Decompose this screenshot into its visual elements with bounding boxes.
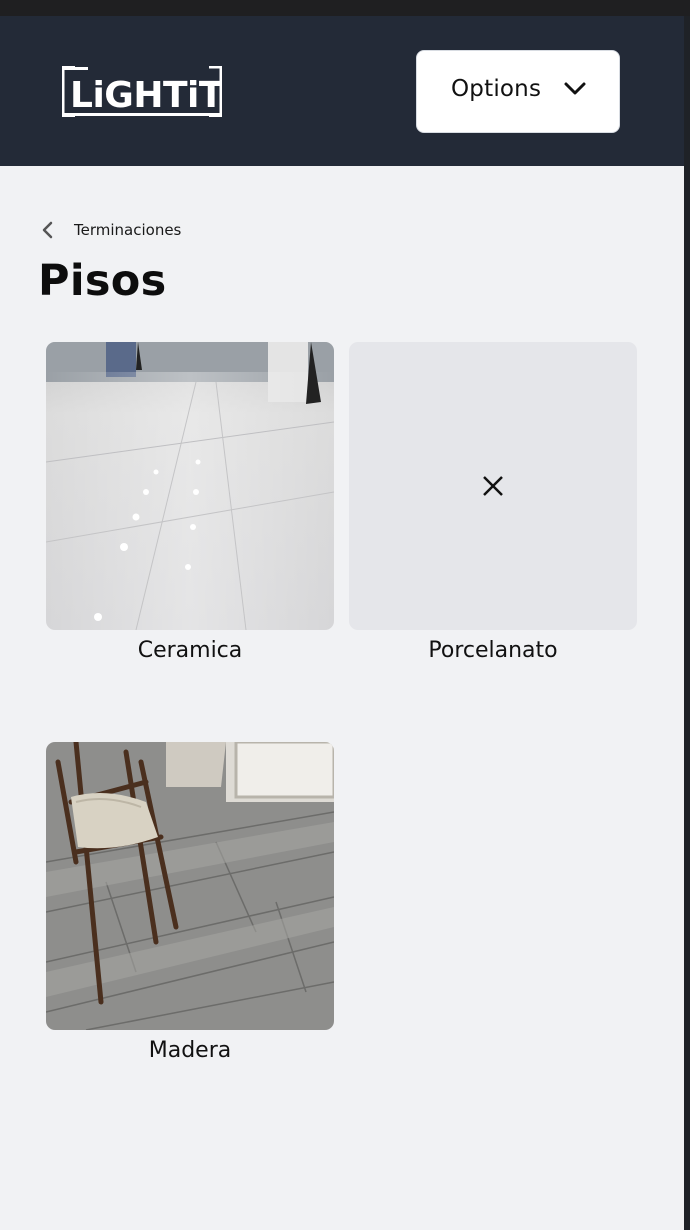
app-view: LiGHTiT Options Terminaciones Pisos Cera… — [0, 16, 684, 1230]
card-label-madera: Madera — [148, 1038, 232, 1063]
svg-text:LiGHTiT: LiGHTiT — [70, 75, 222, 116]
breadcrumb-back-link[interactable]: Terminaciones — [38, 218, 181, 242]
top-frame-bar — [0, 0, 690, 16]
right-scroll-edge — [684, 16, 690, 1230]
app-header: LiGHTiT Options — [0, 16, 684, 166]
options-label: Options — [451, 76, 542, 102]
porcelanato-image-placeholder — [349, 342, 637, 630]
breadcrumb-label: Terminaciones — [74, 221, 182, 239]
chevron-left-icon — [38, 220, 58, 240]
chevron-down-icon — [563, 79, 587, 99]
madera-photo — [46, 742, 334, 1030]
finish-card-madera[interactable]: Madera — [46, 742, 334, 1063]
lightit-logo[interactable]: LiGHTiT — [62, 66, 222, 117]
finish-card-ceramica[interactable]: Ceramica — [46, 342, 334, 663]
options-dropdown-button[interactable]: Options — [416, 50, 620, 133]
ceramica-photo — [46, 342, 334, 630]
finish-card-porcelanato[interactable]: Porcelanato — [349, 342, 637, 663]
card-label-porcelanato: Porcelanato — [428, 638, 558, 663]
page-title: Pisos — [38, 256, 167, 306]
card-label-ceramica: Ceramica — [137, 638, 243, 663]
missing-image-icon — [482, 475, 504, 497]
